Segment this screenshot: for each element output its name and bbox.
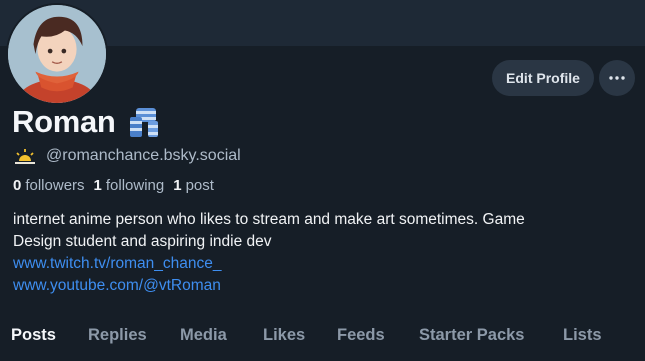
posts-stat: 1 post — [173, 177, 214, 194]
scarf-emoji — [129, 108, 158, 137]
tab-feeds[interactable]: Feeds — [337, 326, 385, 345]
avatar-image — [8, 5, 106, 103]
tab-likes[interactable]: Likes — [263, 326, 305, 345]
ellipsis-icon — [609, 76, 625, 80]
tab-lists[interactable]: Lists — [563, 326, 602, 345]
tab-posts[interactable]: Posts — [11, 326, 56, 345]
profile-tabs: Posts Replies Media Likes Feeds Starter … — [0, 326, 645, 361]
following-count: 1 — [93, 177, 102, 194]
profile-bio: internet anime person who likes to strea… — [13, 209, 613, 297]
name-row: Roman — [12, 104, 160, 140]
followers-label: followers — [25, 177, 85, 194]
youtube-link[interactable]: www.youtube.com/@vtRoman — [13, 275, 613, 297]
tab-media[interactable]: Media — [180, 326, 227, 345]
bio-line: Design student and aspiring indie dev — [13, 233, 272, 250]
posts-label: post — [185, 177, 214, 194]
display-name: Roman — [12, 104, 116, 139]
sunrise-icon — [15, 149, 35, 164]
following-stat[interactable]: 1 following — [94, 177, 165, 194]
following-label: following — [105, 177, 165, 194]
edit-profile-button[interactable]: Edit Profile — [492, 60, 594, 96]
twitch-link[interactable]: www.twitch.tv/roman_chance_ — [13, 253, 613, 275]
bio-line: internet anime person who likes to strea… — [13, 211, 525, 228]
tab-starter-packs[interactable]: Starter Packs — [419, 326, 525, 345]
followers-count: 0 — [13, 177, 22, 194]
avatar[interactable] — [6, 3, 108, 105]
handle-row: @romanchance.bsky.social — [14, 147, 241, 165]
more-options-button[interactable] — [599, 60, 635, 96]
profile-handle[interactable]: @romanchance.bsky.social — [46, 147, 241, 165]
followers-stat[interactable]: 0 followers — [13, 177, 85, 194]
tab-replies[interactable]: Replies — [88, 326, 147, 345]
posts-count: 1 — [173, 177, 182, 194]
profile-stats: 0 followers 1 following 1 post — [13, 177, 214, 194]
